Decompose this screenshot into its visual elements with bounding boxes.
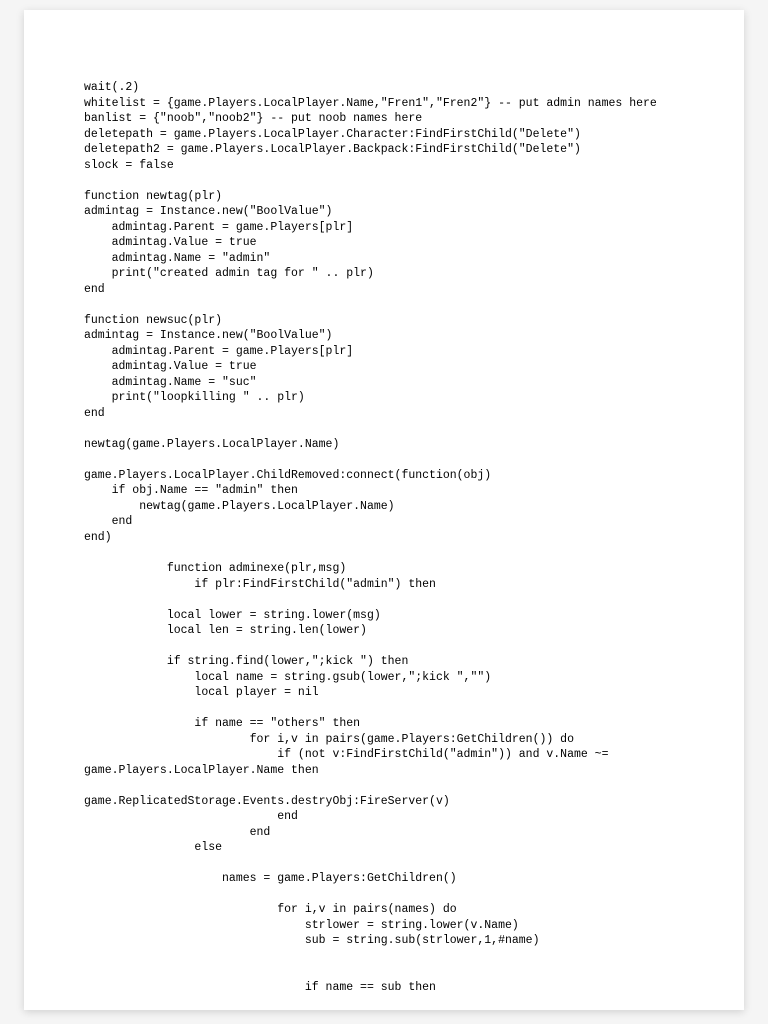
document-page: wait(.2) whitelist = {game.Players.Local…	[24, 10, 744, 1010]
code-content: wait(.2) whitelist = {game.Players.Local…	[84, 80, 684, 995]
